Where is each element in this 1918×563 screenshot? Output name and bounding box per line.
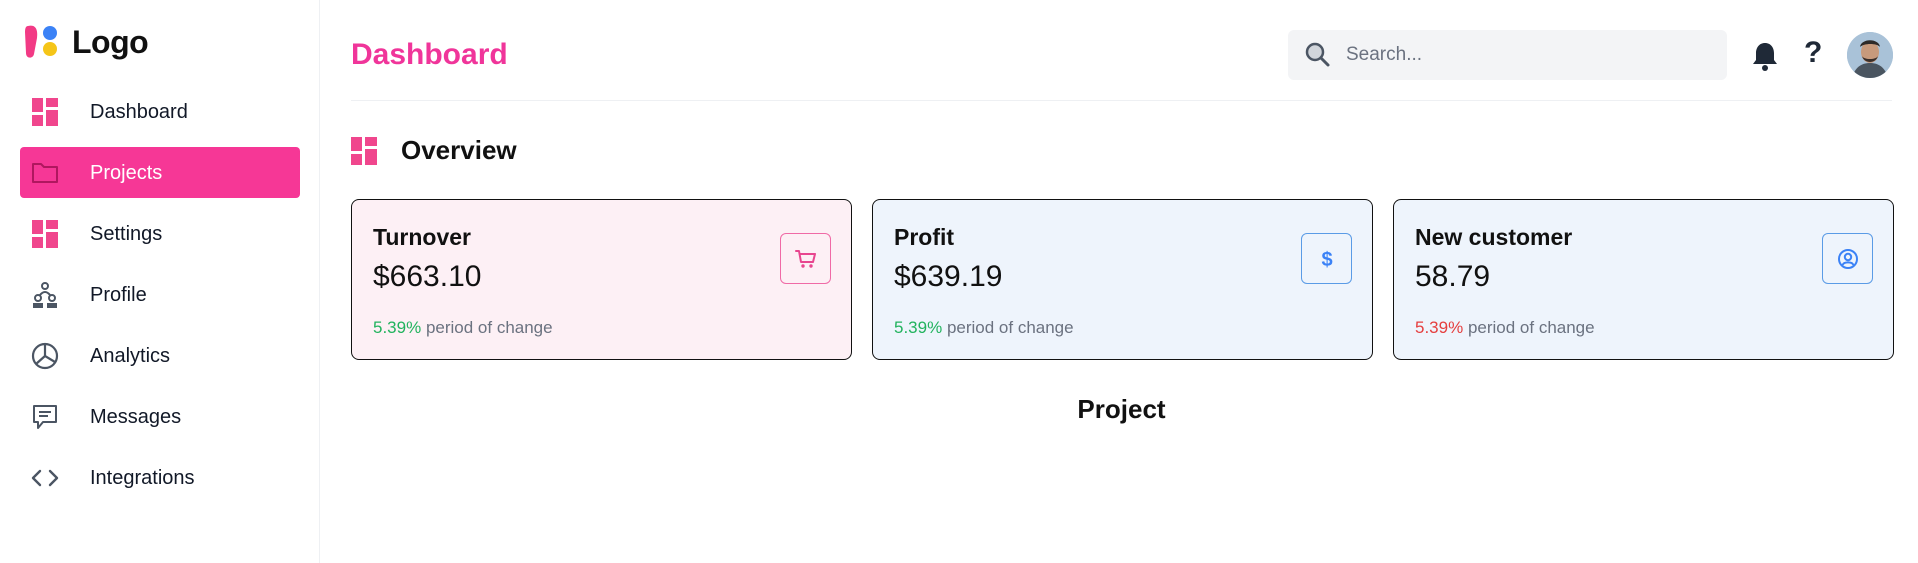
sidebar-item-label: Integrations [90, 466, 195, 489]
user-circle-icon [1837, 248, 1858, 269]
change-label: period of change [425, 318, 553, 337]
search-box[interactable] [1288, 30, 1727, 80]
change-percent: 5.39% [894, 318, 943, 337]
pie-chart-icon [30, 341, 60, 371]
chat-icon [30, 402, 60, 432]
overview-header: Overview [351, 135, 517, 166]
card-change: 5.39% period of change [894, 318, 1074, 338]
dollar-button[interactable]: $ [1301, 233, 1352, 284]
stat-card-new-customer: New customer 58.79 5.39% period of chang… [1393, 199, 1894, 360]
app: Logo Dashboard Projects Settings Profile… [0, 0, 1918, 563]
change-percent: 5.39% [373, 318, 422, 337]
main-content: Dashboard ? [320, 0, 1918, 563]
help-icon[interactable]: ? [1804, 36, 1822, 70]
svg-text:$: $ [1321, 249, 1332, 271]
dashboard-grid-icon [351, 136, 377, 165]
change-percent: 5.39% [1415, 318, 1464, 337]
stat-card-turnover: Turnover $663.10 5.39% period of change [351, 199, 852, 360]
dashboard-grid-icon [30, 97, 60, 127]
overview-cards: Turnover $663.10 5.39% period of change … [351, 199, 1894, 360]
card-change: 5.39% period of change [373, 318, 553, 338]
sidebar-nav: Dashboard Projects Settings Profile Anal… [20, 86, 300, 513]
cart-button[interactable] [780, 233, 831, 284]
sidebar-item-label: Messages [90, 405, 182, 428]
card-value: 58.79 [1415, 260, 1491, 293]
sidebar-item-projects[interactable]: Projects [20, 147, 300, 198]
people-icon [30, 280, 60, 310]
settings-grid-icon [30, 219, 60, 249]
folder-icon [30, 158, 60, 188]
bell-icon[interactable] [1751, 41, 1779, 71]
sidebar-item-label: Profile [90, 283, 147, 306]
logo-text: Logo [72, 23, 149, 60]
stat-card-profit: Profit $639.19 5.39% period of change $ [872, 199, 1373, 360]
overview-title: Overview [401, 135, 517, 165]
dollar-icon: $ [1321, 249, 1332, 271]
sidebar-item-dashboard[interactable]: Dashboard [20, 86, 300, 137]
logo-icon [25, 25, 57, 58]
sidebar: Logo Dashboard Projects Settings Profile… [0, 0, 320, 563]
logo[interactable]: Logo [22, 22, 149, 62]
card-title: Turnover [373, 224, 471, 250]
sidebar-item-label: Dashboard [90, 100, 188, 123]
page-title: Dashboard [351, 38, 508, 71]
sidebar-item-label: Analytics [90, 344, 171, 367]
search-icon [1305, 42, 1330, 67]
avatar[interactable] [1847, 32, 1893, 78]
sidebar-item-label: Projects [90, 161, 163, 184]
topbar: Dashboard ? [351, 0, 1893, 101]
sidebar-item-settings[interactable]: Settings [20, 208, 300, 259]
sidebar-item-profile[interactable]: Profile [20, 269, 300, 320]
user-button[interactable] [1822, 233, 1873, 284]
project-title: Project [1077, 394, 1166, 424]
change-label: period of change [1467, 318, 1595, 337]
sidebar-item-messages[interactable]: Messages [20, 391, 300, 442]
code-icon [30, 463, 60, 493]
sidebar-item-integrations[interactable]: Integrations [20, 452, 300, 503]
card-title: New customer [1415, 224, 1573, 250]
search-input[interactable] [1346, 44, 1706, 66]
cart-icon [794, 249, 816, 268]
card-value: $639.19 [894, 260, 1003, 293]
sidebar-item-analytics[interactable]: Analytics [20, 330, 300, 381]
sidebar-item-label: Settings [90, 222, 163, 245]
card-value: $663.10 [373, 260, 482, 293]
change-label: period of change [946, 318, 1074, 337]
card-title: Profit [894, 224, 955, 250]
card-change: 5.39% period of change [1415, 318, 1595, 338]
